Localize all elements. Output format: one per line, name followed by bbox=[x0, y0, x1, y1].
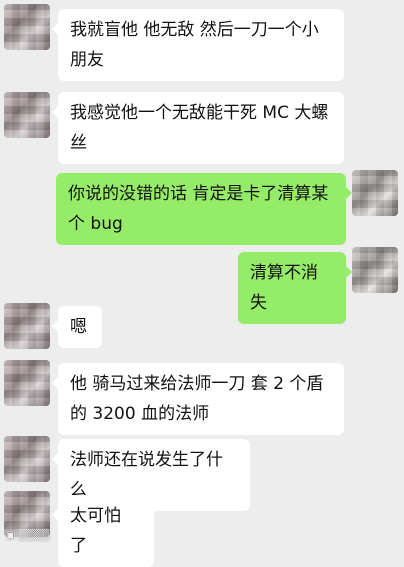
my-avatar[interactable] bbox=[352, 170, 398, 216]
message-text: 你说的没错的话 肯定是卡了清算某个 bug bbox=[68, 184, 329, 234]
incoming-message-bubble[interactable]: 他 骑马过来给法师一刀 套 2 个盾的 3200 血的法师 bbox=[52, 363, 344, 435]
my-avatar[interactable] bbox=[352, 247, 398, 293]
contact-avatar[interactable] bbox=[4, 4, 50, 50]
outgoing-message-bubble[interactable]: 你说的没错的话 肯定是卡了清算某个 bug bbox=[56, 173, 352, 245]
contact-avatar[interactable] bbox=[4, 303, 50, 349]
message-text: 法师还在说发生了什么 bbox=[70, 450, 223, 500]
watermark-logo: ▣ ▒▒▒▒ bbox=[6, 530, 50, 541]
message-text: 我感觉他一个无敌能干死 MC 大螺丝 bbox=[70, 103, 329, 153]
incoming-message-bubble[interactable]: 嗯 bbox=[52, 306, 102, 348]
chat-view: 我就盲他 他无敌 然后一刀一个小朋友 我感觉他一个无敌能干死 MC 大螺丝 你说… bbox=[0, 0, 404, 567]
message-text: 太可怕 了 bbox=[70, 506, 121, 556]
incoming-message-bubble[interactable]: 我感觉他一个无敌能干死 MC 大螺丝 bbox=[52, 92, 344, 164]
incoming-message-bubble[interactable]: 太可怕 了 bbox=[52, 495, 154, 567]
incoming-message-bubble[interactable]: 我就盲他 他无敌 然后一刀一个小朋友 bbox=[52, 9, 344, 81]
message-text: 他 骑马过来给法师一刀 套 2 个盾的 3200 血的法师 bbox=[70, 374, 324, 424]
message-text: 我就盲他 他无敌 然后一刀一个小朋友 bbox=[70, 20, 319, 70]
outgoing-message-bubble[interactable]: 清算不消失 bbox=[238, 252, 352, 324]
contact-avatar[interactable] bbox=[4, 436, 50, 482]
contact-avatar[interactable] bbox=[4, 360, 50, 406]
contact-avatar[interactable] bbox=[4, 92, 50, 138]
message-text: 清算不消失 bbox=[250, 263, 318, 313]
message-text: 嗯 bbox=[70, 317, 87, 337]
